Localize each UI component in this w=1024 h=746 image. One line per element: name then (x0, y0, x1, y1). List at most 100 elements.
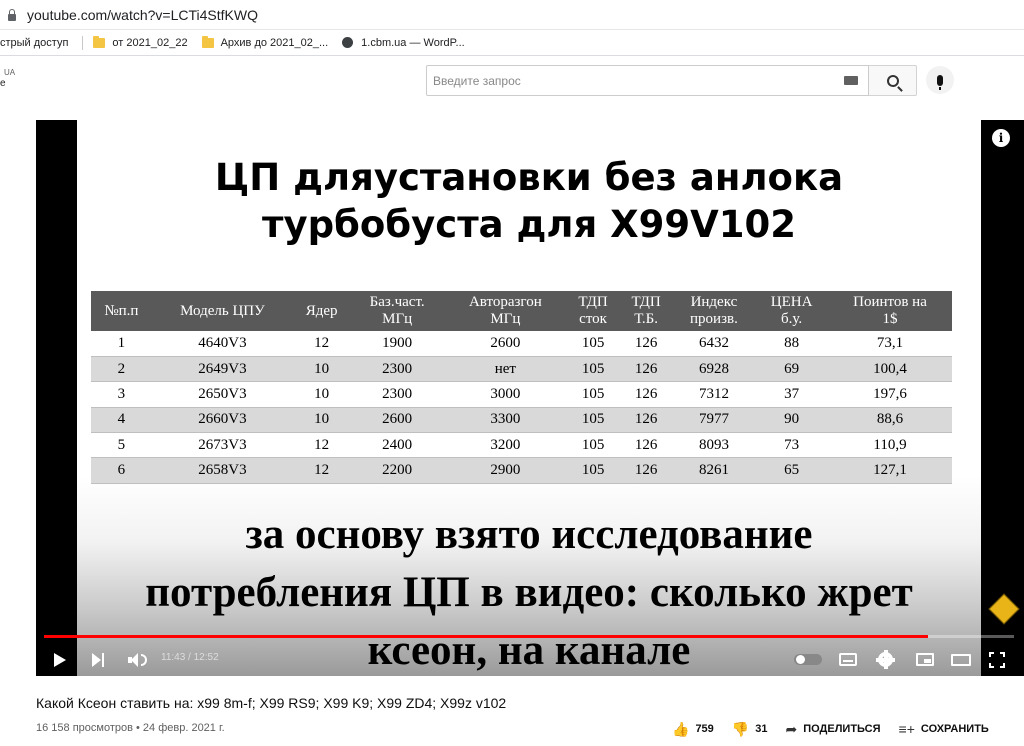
folder-icon (201, 35, 214, 48)
column-header-text: ТДП (631, 294, 661, 310)
cpu-table: №п.п Модель ЦПУ Ядер Баз.част. МГц Автора… (91, 291, 952, 484)
url-text[interactable]: youtube.com/watch?v=LCTi4StfKWQ (27, 7, 258, 23)
table-cell: 126 (619, 457, 673, 484)
share-icon: ➦ (785, 720, 798, 737)
table-cell: 3300 (444, 407, 567, 433)
table-cell: 2900 (444, 457, 567, 484)
column-header-text: Индекс (690, 294, 738, 310)
column-header-text: произв. (690, 311, 738, 327)
youtube-header: UA e (0, 56, 1024, 106)
table-cell: 126 (619, 356, 673, 382)
dislike-button[interactable]: 👎 31 (732, 721, 768, 738)
table-cell: 7977 (672, 407, 756, 433)
column-header-text: Поинтов на (853, 294, 927, 310)
table-cell: 2 (91, 356, 152, 382)
table-cell: 2200 (350, 457, 445, 484)
folder-icon (93, 35, 106, 48)
table-cell: 6928 (672, 356, 756, 382)
table-cell: 73 (755, 432, 828, 458)
table-cell: 6432 (672, 331, 756, 357)
column-header-text: 1$ (882, 311, 898, 327)
table-cell: 2658V3 (151, 457, 294, 484)
table-cell: 2400 (350, 432, 445, 458)
next-icon[interactable] (92, 653, 106, 667)
share-button[interactable]: ➦ ПОДЕЛИТЬСЯ (785, 721, 880, 738)
col-cores: Ядер (293, 291, 351, 331)
column-header-text: ЦЕНА (770, 294, 813, 310)
gear-icon[interactable] (876, 650, 895, 669)
column-header-text: Баз.част. (369, 294, 425, 310)
table-cell: 126 (619, 381, 673, 408)
lock-icon[interactable] (7, 8, 17, 21)
col-turbo-freq: Авторазгон МГц (444, 291, 567, 331)
bookmark-label: стрый доступ (0, 36, 69, 49)
progress-bar[interactable] (44, 635, 1014, 638)
search-input[interactable] (427, 73, 827, 88)
subtitles-icon[interactable] (839, 653, 857, 666)
bookmark-cbm-wordpress[interactable]: 1.cbm.ua — WordP... (342, 37, 465, 49)
channel-watermark-icon[interactable] (988, 593, 1020, 625)
slide-caption-line: потребления ЦП в видео: сколько жрет (145, 569, 913, 616)
col-tdp-stock: ТДП сток (566, 291, 620, 331)
table-cell: 12 (293, 457, 351, 484)
voice-search-button[interactable] (926, 66, 954, 94)
logo-region-label: UA (4, 68, 16, 77)
keyboard-icon[interactable] (844, 76, 858, 85)
youtube-logo[interactable]: e (0, 78, 6, 89)
like-button[interactable]: 👍 759 (672, 721, 714, 738)
col-number: №п.п (91, 291, 152, 331)
play-icon[interactable] (54, 653, 66, 667)
col-perf-index: Индекс произв. (672, 291, 756, 331)
bookmark-folder-archive[interactable]: Архив до 2021_02_... (201, 35, 328, 49)
table-cell: 73,1 (828, 331, 952, 357)
bookmark-folder-2021-02-22[interactable]: от 2021_02_22 (93, 35, 188, 49)
table-cell: 6 (91, 457, 152, 484)
col-tdp-tb: ТДП Т.Б. (619, 291, 673, 331)
dislike-count: 31 (755, 723, 768, 735)
slide-caption-line: за основу взято исследование (245, 511, 813, 558)
table-cell: нет (444, 356, 567, 382)
table-cell: 10 (293, 381, 351, 408)
bookmark-quick-access[interactable]: стрый доступ (0, 37, 68, 49)
table-cell: 12 (293, 331, 351, 357)
theater-mode-icon[interactable] (951, 654, 971, 666)
slide-title-line: ЦП дляустановки без анлока (214, 156, 844, 199)
search-icon (886, 74, 899, 87)
table-cell: 12 (293, 432, 351, 458)
table-cell: 8093 (672, 432, 756, 458)
column-header-text: б.у. (781, 311, 803, 327)
table-cell: 4640V3 (151, 331, 294, 357)
search-box (426, 65, 869, 96)
address-bar[interactable]: youtube.com/watch?v=LCTi4StfKWQ (0, 0, 1024, 30)
search-button[interactable] (869, 65, 917, 96)
info-icon[interactable]: i (992, 129, 1010, 147)
col-base-freq: Баз.част. МГц (350, 291, 445, 331)
save-button[interactable]: ≡+ СОХРАНИТЬ (899, 721, 989, 737)
save-label: СОХРАНИТЬ (920, 723, 989, 735)
table-cell: 126 (619, 432, 673, 458)
table-cell: 88,6 (828, 407, 952, 433)
autoplay-toggle[interactable] (794, 654, 822, 665)
video-player[interactable]: ЦП дляустановки без анлока турбобуста дл… (36, 120, 1024, 676)
col-model: Модель ЦПУ (151, 291, 294, 331)
like-count: 759 (695, 723, 714, 735)
table-cell: 2660V3 (151, 407, 294, 433)
table-cell: 4 (91, 407, 152, 433)
volume-wave-icon (141, 654, 147, 666)
table-cell: 88 (755, 331, 828, 357)
table-cell: 2600 (350, 407, 445, 433)
video-title: Какой Ксеон ставить на: x99 8m-f; X99 RS… (36, 695, 507, 711)
column-header-text: Авторазгон (468, 294, 542, 310)
table-cell: 105 (566, 432, 620, 458)
table-cell: 2673V3 (151, 432, 294, 458)
thumbs-down-icon: 👎 (731, 720, 750, 737)
bookmark-label: от 2021_02_22 (112, 36, 188, 49)
table-cell: 105 (566, 407, 620, 433)
fullscreen-icon[interactable] (989, 652, 1005, 668)
table-row: 2 2649V3 10 2300 нет 105 126 6928 69 100,4 (91, 356, 952, 382)
miniplayer-icon[interactable] (916, 653, 934, 666)
table-cell: 7312 (672, 381, 756, 408)
table-row: 5 2673V3 12 2400 3200 105 126 8093 73 110,9 (91, 432, 952, 458)
table-cell: 2600 (444, 331, 567, 357)
table-cell: 127,1 (828, 457, 952, 484)
